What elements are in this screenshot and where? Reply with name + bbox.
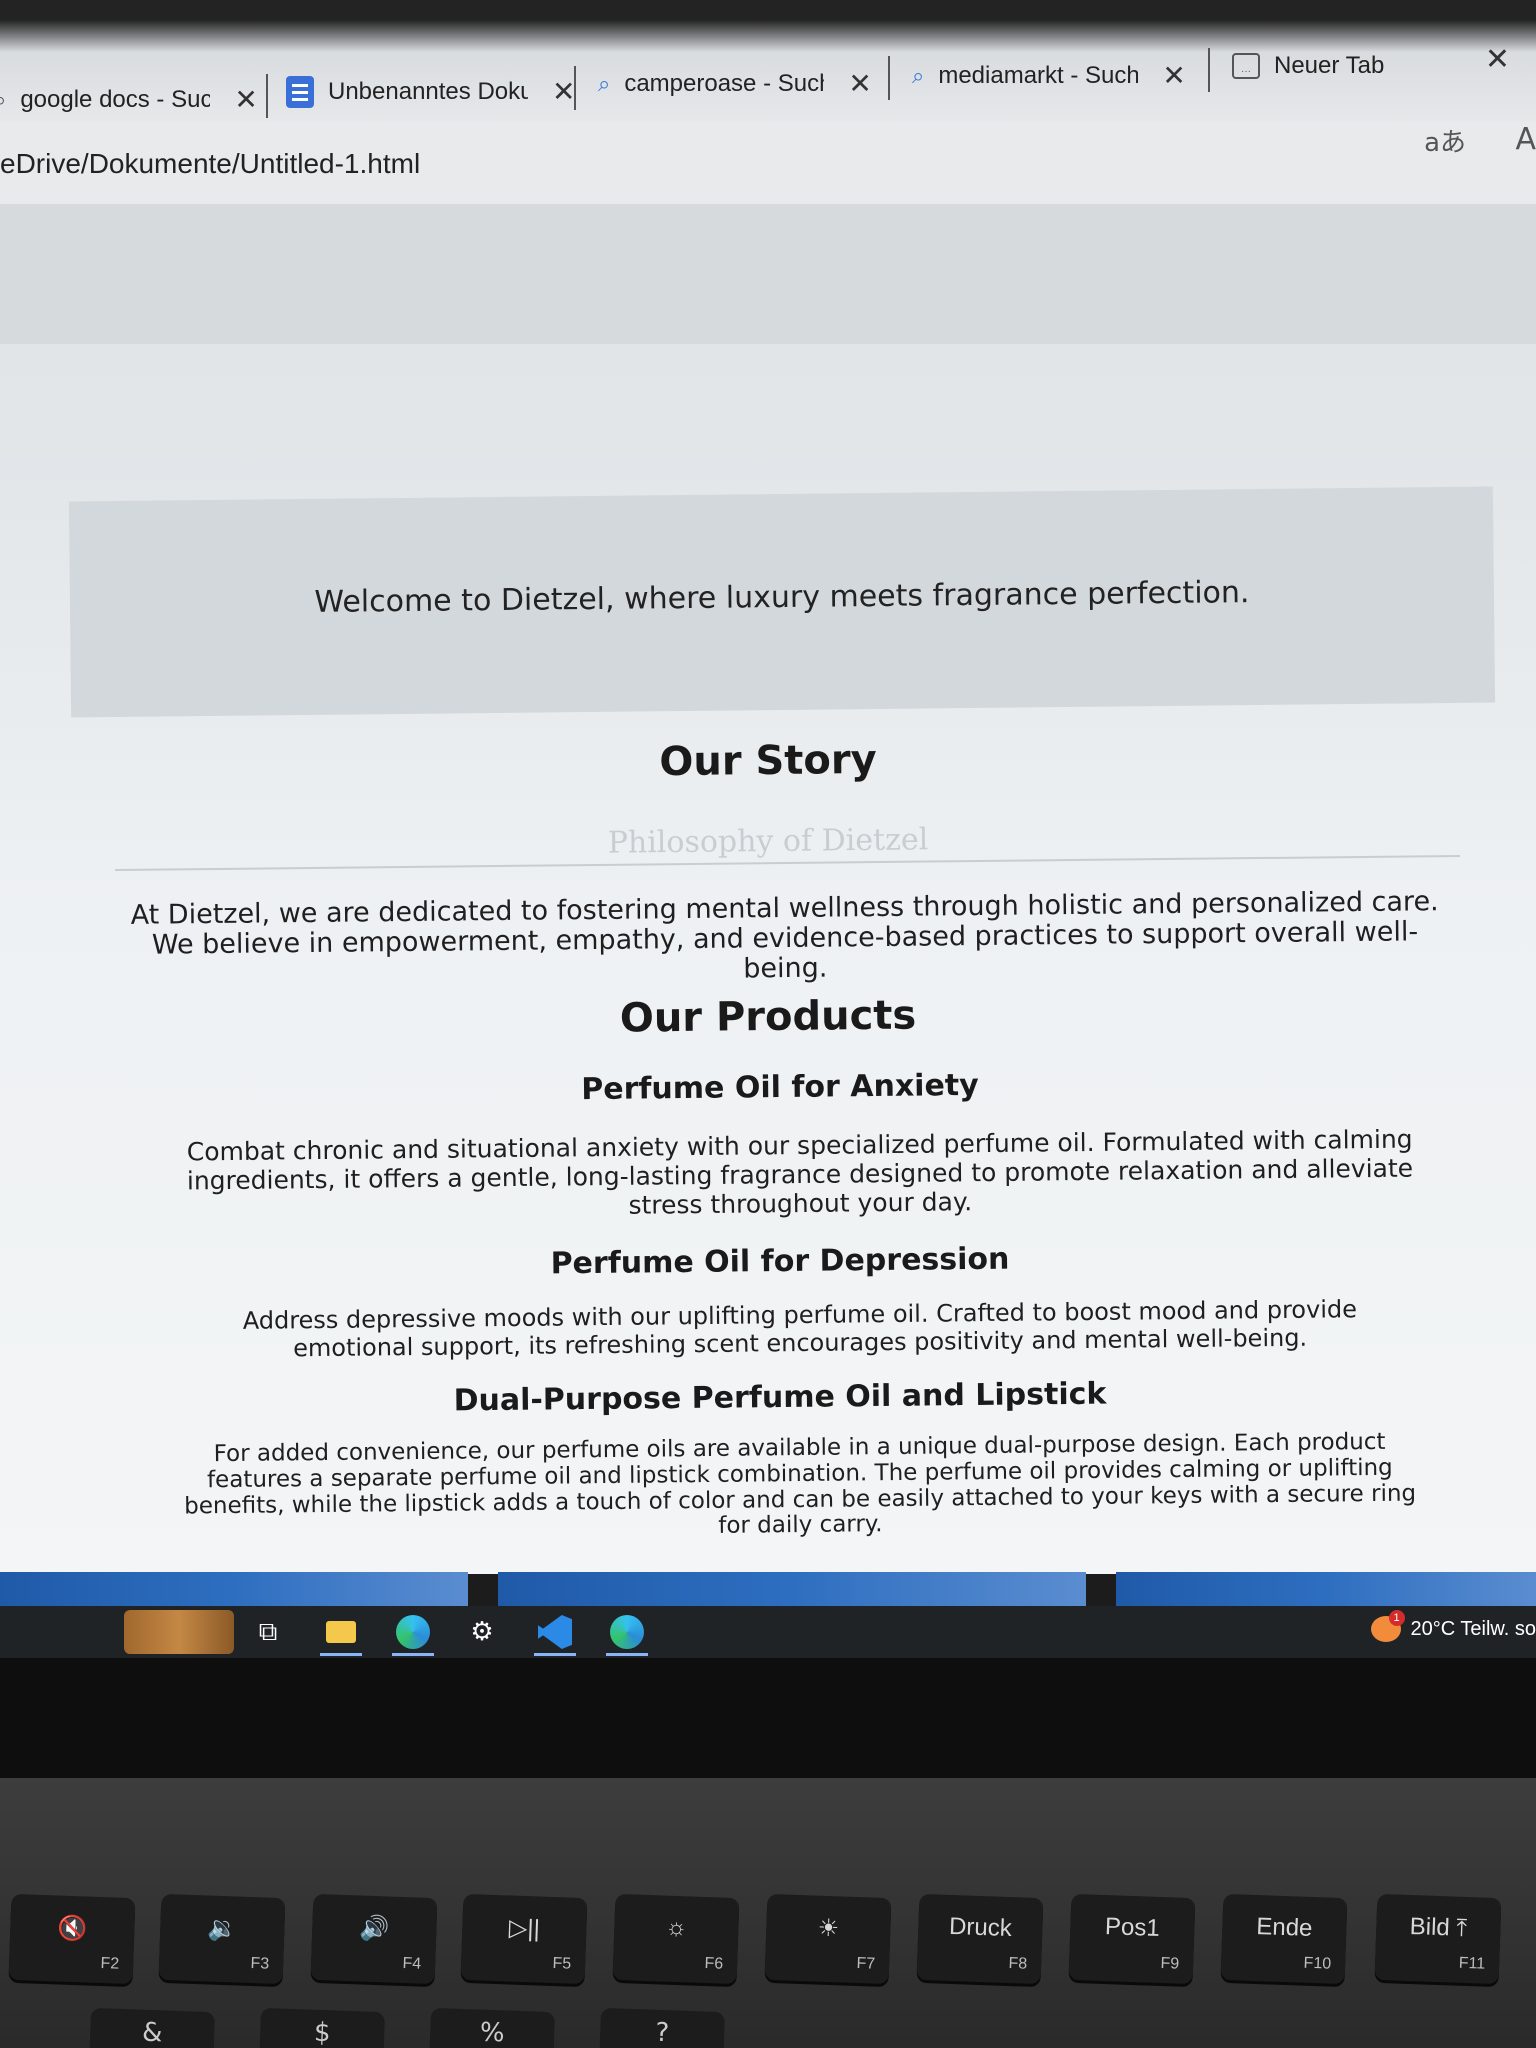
key-volume-up[interactable]: 🔊 F4	[310, 1893, 438, 1985]
key-question[interactable]: ?	[598, 2007, 726, 2048]
tab-camperoase-search[interactable]: ⌕ camperoase - Such ✕	[598, 58, 872, 110]
search-icon: ⌕	[598, 71, 611, 96]
windows-taskbar: ⧉ ⚙ 1 20°C Teilw. so	[0, 1606, 1536, 1658]
search-icon: ⌕	[0, 87, 7, 112]
tab-title: google docs - Suc	[20, 86, 211, 113]
tab-title: mediamarkt - Such	[938, 62, 1139, 89]
our-products-heading: Our Products	[619, 992, 917, 1042]
widgets-thumbnail[interactable]	[124, 1610, 234, 1654]
close-window-icon[interactable]: ✕	[1485, 42, 1510, 77]
search-icon: ⌕	[912, 63, 925, 88]
key-play-pause[interactable]: ▷|| F5	[460, 1893, 588, 1985]
close-tab-icon[interactable]: ✕	[1162, 62, 1185, 90]
product-title-anxiety: Perfume Oil for Anxiety	[581, 1067, 979, 1108]
docs-icon	[286, 76, 314, 108]
mute-icon: 🔇	[56, 1914, 88, 1943]
tab-separator	[1208, 48, 1210, 92]
tab-title: Neuer Tab	[1274, 52, 1385, 79]
hero-banner	[0, 204, 1536, 344]
volume-up-icon: 🔊	[358, 1914, 390, 1943]
product-description-anxiety: Combat chronic and situational anxiety w…	[186, 1124, 1414, 1220]
task-view-icon[interactable]: ⧉	[248, 1614, 288, 1650]
key-druck[interactable]: Druck F8	[916, 1893, 1044, 1985]
key-bild-up[interactable]: Bild ⤒ F11	[1374, 1893, 1502, 1985]
laptop-keyboard: 🔇 F2 🔉 F3 🔊 F4 ▷|| F5 ☼ F6 ☀ F7 Druck F8…	[0, 1778, 1536, 2048]
file-explorer-icon[interactable]	[316, 1614, 366, 1656]
story-paragraph: At Dietzel, we are dedicated to fosterin…	[130, 886, 1439, 985]
key-ampersand[interactable]: &	[88, 2007, 216, 2048]
url-field[interactable]: eDrive/Dokumente/Untitled-1.html	[0, 148, 420, 180]
tab-separator	[888, 56, 890, 100]
edge-browser-icon[interactable]	[602, 1614, 652, 1656]
image-strip	[498, 1572, 1086, 1606]
close-tab-icon[interactable]: ✕	[234, 86, 257, 114]
welcome-text: Welcome to Dietzel, where luxury meets f…	[314, 575, 1250, 620]
key-volume-down[interactable]: 🔉 F3	[158, 1893, 286, 1985]
product-title-dual-purpose: Dual-Purpose Perfume Oil and Lipstick	[453, 1376, 1107, 1419]
key-brightness-up[interactable]: ☀ F7	[764, 1893, 892, 1985]
edge-browser-icon[interactable]	[388, 1614, 438, 1656]
tab-separator	[266, 74, 268, 118]
key-pos1[interactable]: Pos1 F9	[1068, 1893, 1196, 1985]
tab-google-docs-search[interactable]: ⌕ google docs - Suc ✕	[0, 74, 258, 126]
vscode-icon[interactable]	[530, 1614, 580, 1656]
image-strip	[0, 1572, 468, 1606]
key-percent[interactable]: %	[428, 2007, 556, 2048]
brightness-down-icon: ☼	[664, 1913, 688, 1942]
key-dollar[interactable]: $	[258, 2007, 386, 2048]
tab-mediamarkt-search[interactable]: ⌕ mediamarkt - Such ✕	[912, 50, 1186, 102]
philosophy-subheading: Philosophy of Dietzel	[607, 822, 929, 861]
browser-tab-bar: ⌕ google docs - Suc ✕ Unbenanntes Doku ✕…	[0, 0, 1536, 122]
read-aloud-icon[interactable]: A	[1515, 122, 1536, 157]
image-strip	[1116, 1572, 1536, 1606]
web-page: Welcome to Dietzel, where luxury meets f…	[0, 204, 1536, 1574]
key-brightness-down[interactable]: ☼ F6	[612, 1893, 740, 1985]
close-tab-icon[interactable]: ✕	[552, 78, 575, 106]
settings-gear-icon[interactable]: ⚙	[460, 1614, 504, 1650]
tab-separator	[574, 66, 576, 110]
play-pause-icon: ▷||	[508, 1914, 541, 1943]
new-tab-icon: ···	[1232, 53, 1260, 79]
brightness-up-icon: ☀	[817, 1914, 840, 1943]
volume-down-icon: 🔉	[206, 1914, 238, 1943]
tab-title: camperoase - Such	[624, 70, 825, 97]
notification-badge: 1	[1388, 1610, 1405, 1626]
key-ende[interactable]: Ende F10	[1220, 1893, 1348, 1985]
weather-icon: 1	[1370, 1610, 1405, 1642]
our-story-heading: Our Story	[659, 736, 877, 786]
key-mute[interactable]: 🔇 F2	[8, 1893, 136, 1985]
product-description-dual-purpose: For added convenience, our perfume oils …	[184, 1428, 1417, 1540]
weather-widget[interactable]: 1 20°C Teilw. so	[1370, 1610, 1536, 1642]
tab-title: Unbenanntes Doku	[328, 78, 528, 105]
close-tab-icon[interactable]: ✕	[848, 70, 871, 98]
weather-text: 20°C Teilw. so	[1410, 1617, 1536, 1640]
translate-icon[interactable]: aあ	[1424, 122, 1466, 159]
address-bar: eDrive/Dokumente/Untitled-1.html aあ A	[0, 122, 1536, 204]
tab-unbenanntes-dokument[interactable]: Unbenanntes Doku ✕	[286, 66, 575, 118]
product-description-depression: Address depressive moods with our uplift…	[242, 1295, 1358, 1362]
tab-neuer-tab[interactable]: ··· Neuer Tab	[1232, 40, 1384, 92]
product-title-depression: Perfume Oil for Depression	[550, 1241, 1010, 1282]
laptop-bezel	[0, 1658, 1536, 1778]
welcome-banner: Welcome to Dietzel, where luxury meets f…	[68, 486, 1496, 718]
